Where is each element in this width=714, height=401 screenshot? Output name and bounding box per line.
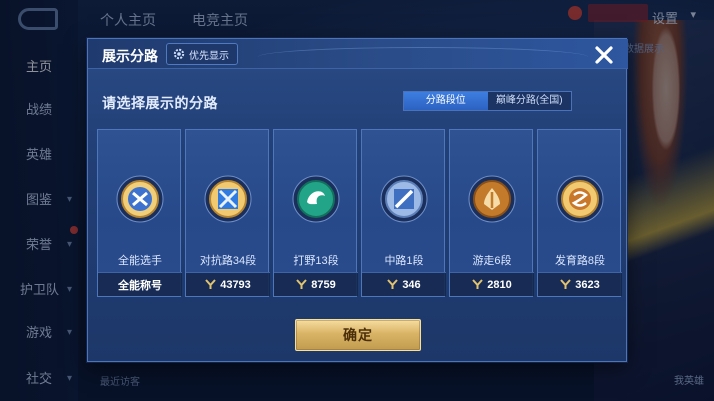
lane-label: 发育路8段 [554, 255, 606, 267]
lane-label: 全能选手 [118, 255, 162, 267]
lane-stat: 43793 [186, 272, 270, 296]
toggle-peak-lane[interactable]: 巅峰分路(全国) [488, 92, 572, 110]
lane-display-dialog: 展示分路 优先显示 请选择展示的分路 分路段位 巅峰分路(全国) 全能选手 全能… [87, 38, 628, 362]
header-decoration [258, 47, 588, 67]
lane-stat-value: 2810 [487, 278, 512, 291]
lane-label: 游走6段 [472, 255, 512, 267]
dialog-header: 展示分路 优先显示 [88, 39, 628, 69]
lane-card-all-rounder[interactable]: 全能选手 全能称号 [97, 129, 182, 297]
priority-display-button[interactable]: 优先显示 [166, 43, 238, 65]
lane-cards: 全能选手 全能称号 对抗路34段 43793 打野13段 8759 中路1段 3… [97, 129, 622, 297]
confirm-button[interactable]: 确定 [295, 319, 421, 351]
lane-stat-value: 全能称号 [118, 279, 162, 292]
rank-arrow-icon [387, 279, 399, 289]
roam-emblem-icon [468, 175, 516, 223]
toggle-lane-rank[interactable]: 分路段位 [404, 92, 488, 110]
priority-display-label: 优先显示 [189, 50, 229, 62]
lane-stat-value: 3623 [575, 278, 600, 291]
lane-stat-value: 43793 [220, 278, 251, 291]
lane-stat: 全能称号 [98, 272, 182, 296]
close-icon[interactable] [591, 42, 617, 68]
lane-card-roam[interactable]: 游走6段 2810 [449, 129, 534, 297]
lane-stat-value: 8759 [311, 278, 336, 291]
lane-mode-toggle: 分路段位 巅峰分路(全国) [403, 91, 572, 111]
rank-arrow-icon [472, 279, 483, 289]
lane-card-clash[interactable]: 对抗路34段 43793 [185, 129, 270, 297]
mid-lane-emblem-icon [380, 175, 428, 223]
lane-card-farm[interactable]: 发育路8段 3623 [537, 129, 622, 297]
jungle-emblem-icon [292, 175, 340, 223]
lane-stat-value: 346 [402, 278, 421, 291]
lane-stat: 346 [362, 272, 446, 296]
lane-label: 打野13段 [293, 255, 339, 267]
lane-label: 中路1段 [384, 255, 424, 267]
rank-arrow-icon [560, 279, 571, 289]
lane-card-mid[interactable]: 中路1段 346 [361, 129, 446, 297]
select-lane-prompt: 请选择展示的分路 [102, 95, 218, 111]
lane-card-jungle[interactable]: 打野13段 8759 [273, 129, 358, 297]
lane-label: 对抗路34段 [199, 255, 257, 267]
all-rounder-emblem-icon [116, 175, 164, 223]
clash-lane-emblem-icon [204, 175, 252, 223]
lane-stat: 2810 [450, 272, 534, 296]
farm-lane-emblem-icon [556, 175, 604, 223]
lane-stat: 3623 [538, 272, 622, 296]
rank-arrow-icon [205, 279, 216, 289]
lane-stat: 8759 [274, 272, 358, 296]
rank-arrow-icon [296, 279, 307, 289]
gear-icon [173, 48, 185, 60]
dialog-title: 展示分路 [102, 48, 158, 64]
